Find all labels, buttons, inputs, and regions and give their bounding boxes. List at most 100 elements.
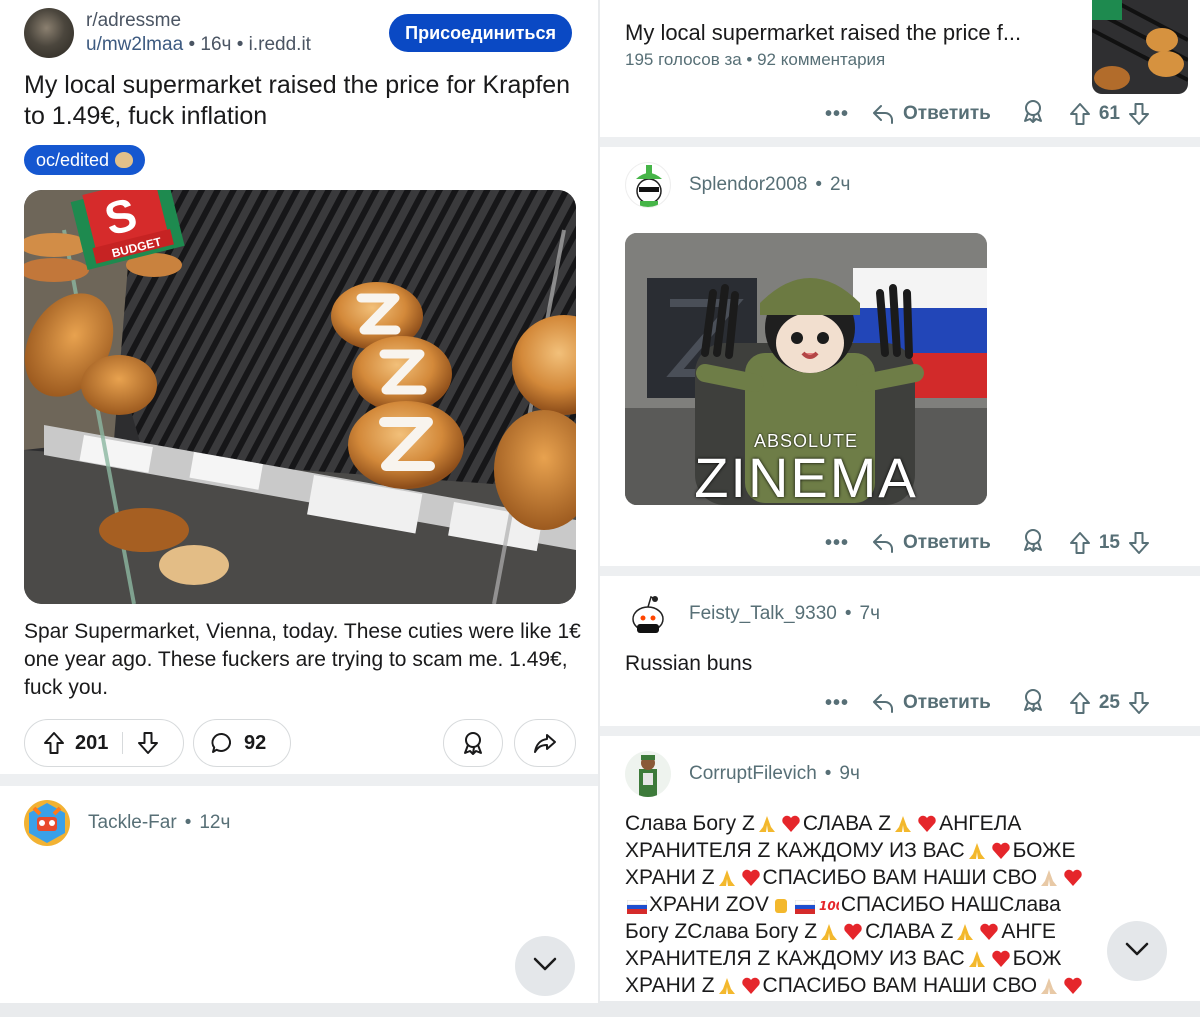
post-header: r/adressme u/mw2lmaa • 16ч • i.redd.it П…	[24, 6, 584, 62]
heart-icon	[991, 948, 1011, 967]
text-run: АНГЕЛА	[939, 812, 1022, 835]
text-run: ХРАНИ Z	[625, 974, 715, 997]
post-description: Spar Supermarket, Vienna, today. These c…	[24, 620, 581, 699]
comment-age: 2ч	[829, 174, 851, 195]
share-button[interactable]	[514, 719, 576, 767]
heart-icon	[991, 840, 1011, 859]
vote-controls: 61	[1069, 102, 1150, 126]
comment-age: 9ч	[839, 763, 860, 784]
comment-age: 12ч	[199, 812, 231, 833]
scroll-down-button[interactable]	[1107, 921, 1167, 981]
more-options-icon[interactable]: •••	[825, 532, 865, 555]
scroll-down-button[interactable]	[515, 936, 575, 996]
praying-hands-icon	[967, 840, 987, 859]
award-icon	[461, 730, 485, 756]
palette-icon	[115, 152, 134, 168]
heart-icon	[781, 813, 801, 832]
reply-button[interactable]: Ответить	[871, 532, 991, 554]
comment-author[interactable]: CorruptFilevich	[689, 763, 817, 785]
text-run: ХРАНИТЕЛЯ Z КАЖДОМУ ИЗ ВАС	[625, 839, 965, 862]
heart-icon	[741, 867, 761, 886]
reply-label: Ответить	[903, 692, 991, 713]
user-avatar[interactable]	[625, 591, 671, 637]
chevron-down-icon	[532, 956, 558, 977]
post-image[interactable]: S BUDGET	[24, 190, 576, 604]
downvote-icon	[1128, 103, 1149, 125]
heart-icon	[1063, 975, 1083, 994]
praying-hands-icon	[967, 948, 987, 967]
text-run: АНГЕ	[1001, 920, 1056, 943]
text-run: СПАСИБО НАШСлава	[840, 893, 1061, 916]
award-icon[interactable]	[1021, 687, 1045, 719]
comment-actions: ••• Ответить 15	[825, 527, 1150, 559]
award-icon[interactable]	[1021, 527, 1045, 559]
share-icon	[533, 731, 557, 755]
upvote-count: 201	[75, 731, 109, 754]
upvote-icon	[1069, 103, 1090, 125]
post-age: 16ч	[200, 34, 232, 55]
more-options-icon[interactable]: •••	[825, 103, 865, 126]
comment-author[interactable]: Tackle-Far	[88, 812, 177, 834]
raised-fist-icon	[771, 894, 791, 913]
vote-score: 25	[1098, 692, 1120, 713]
praying-hands-icon	[717, 975, 737, 994]
comment-actions: ••• Ответить 25	[825, 687, 1150, 719]
user-avatar[interactable]	[625, 751, 671, 797]
downvote-icon[interactable]	[137, 731, 159, 755]
comments-button[interactable]: 92	[193, 719, 291, 767]
comment-header: Tackle-Far • 12ч	[24, 800, 230, 846]
vote-divider	[122, 732, 124, 754]
bottom-edge	[600, 1001, 1200, 1017]
text-run: СЛАВА Z	[865, 920, 954, 943]
post-domain[interactable]: i.redd.it	[249, 34, 311, 55]
comment-author[interactable]: Splendor2008	[689, 174, 807, 196]
comment-actions: ••• Ответить 61	[825, 98, 1150, 130]
chevron-down-icon	[1124, 941, 1150, 962]
praying-hands-icon	[717, 867, 737, 886]
meta-dot: •	[815, 174, 822, 195]
reply-label: Ответить	[903, 532, 991, 553]
text-run: БОЖЕ	[1012, 839, 1076, 862]
text-run: Богу ZСлава Богу Z	[625, 920, 818, 943]
user-avatar[interactable]	[625, 162, 671, 208]
subreddit-avatar[interactable]	[24, 8, 74, 58]
meta-dot: •	[844, 603, 852, 624]
praying-hands-icon	[893, 813, 913, 832]
award-icon[interactable]	[1021, 98, 1045, 130]
reply-label: Ответить	[903, 103, 991, 124]
text-run: СЛАВА Z	[802, 812, 892, 835]
reply-arrow-icon	[873, 534, 893, 553]
more-options-icon[interactable]: •••	[825, 692, 865, 715]
vote-score: 15	[1098, 532, 1120, 553]
heart-icon	[917, 813, 937, 832]
post-author[interactable]: u/mw2lmaa	[86, 34, 183, 55]
reply-button[interactable]: Ответить	[871, 103, 991, 125]
comment-icon	[210, 731, 234, 755]
thread-title[interactable]: My local supermarket raised the price f.…	[625, 20, 1021, 46]
upvote-icon[interactable]	[43, 731, 65, 755]
downvote-icon	[1128, 532, 1149, 554]
comment-count: 92	[244, 731, 267, 754]
reply-arrow-icon	[873, 694, 893, 713]
thread-stats: 195 голосов за • 92 комментария	[625, 50, 886, 69]
section-divider	[600, 137, 1200, 147]
award-button[interactable]	[443, 719, 503, 767]
meta-dot: •	[824, 763, 832, 784]
comment-header: Splendor2008 • 2ч	[625, 162, 850, 208]
subreddit-name[interactable]: r/adressme	[86, 10, 181, 32]
praying-hands-icon	[955, 921, 975, 940]
comment-author[interactable]: Feisty_Talk_9330	[689, 603, 837, 625]
upvote-icon	[1069, 692, 1090, 714]
bakery-shelf-image: S BUDGET	[24, 190, 576, 604]
comment-image[interactable]: ABSOLUTE ZINEMA	[625, 233, 987, 505]
join-button[interactable]: Присоединиться	[389, 14, 572, 52]
reply-button[interactable]: Ответить	[871, 692, 991, 714]
post-thumbnail[interactable]	[1092, 0, 1188, 94]
russia-flag-icon	[626, 894, 648, 914]
heart-icon	[843, 921, 863, 940]
text-run: СПАСИБО ВАМ НАШИ СВО	[762, 974, 1038, 997]
user-avatar[interactable]	[24, 800, 70, 846]
vote-controls: 25	[1069, 691, 1150, 715]
post-flair[interactable]: oc/edited	[24, 145, 146, 175]
comment-header: CorruptFilevich • 9ч	[625, 751, 860, 797]
